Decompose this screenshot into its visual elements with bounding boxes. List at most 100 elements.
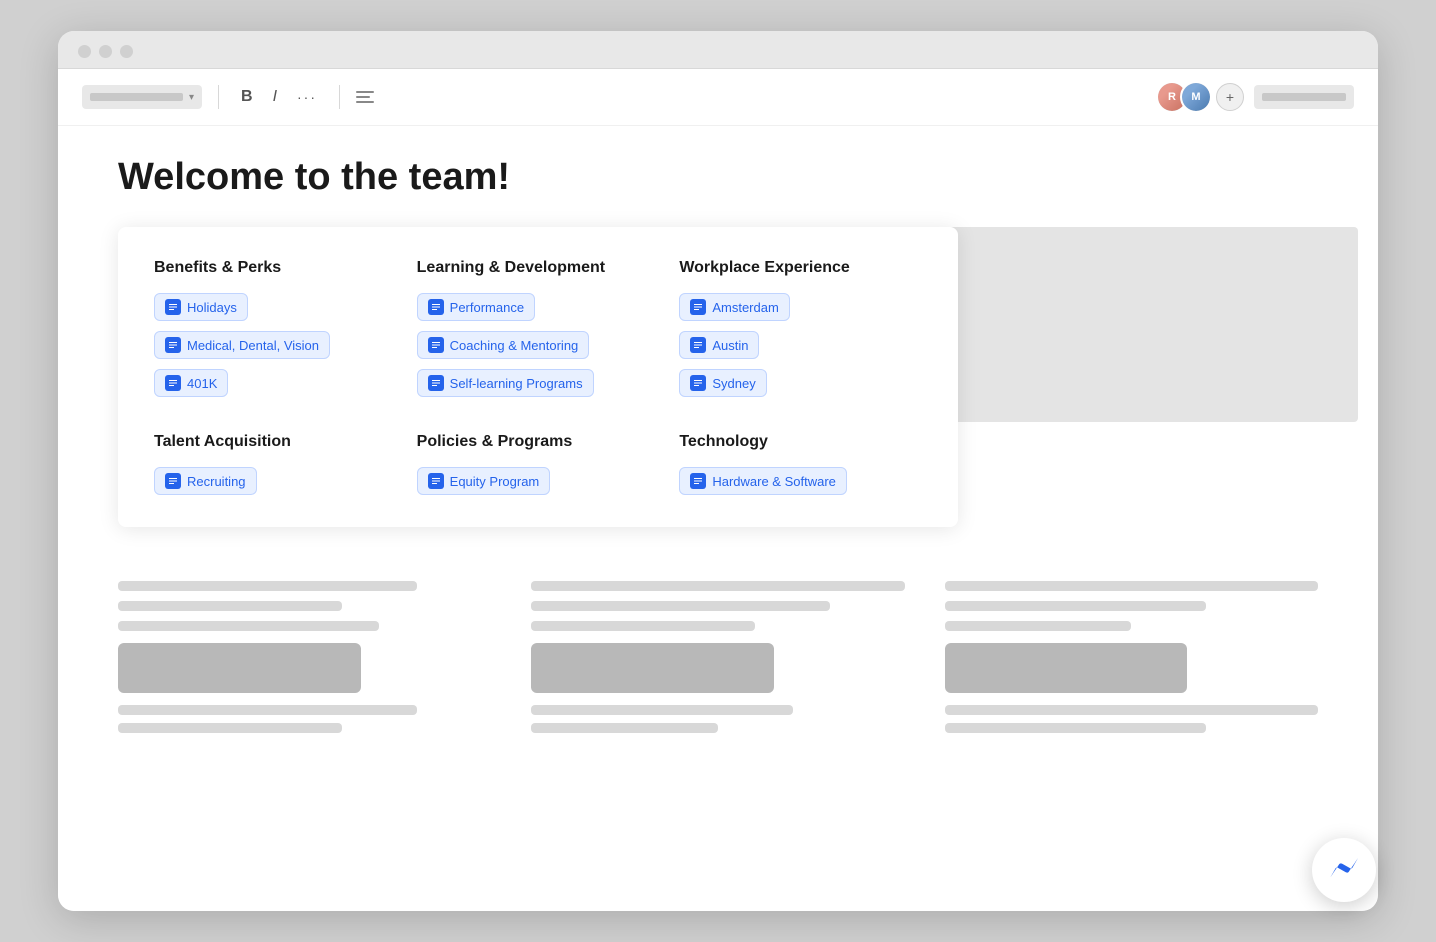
tag-401k[interactable]: 401K (154, 369, 228, 397)
traffic-light-3 (120, 45, 133, 58)
tag-401k-label: 401K (187, 376, 217, 391)
tag-recruiting-label: Recruiting (187, 474, 246, 489)
page-icon-equity (428, 473, 444, 489)
cards-panel: Benefits & Perks Holidays Medical, Dent (118, 227, 958, 527)
page-icon-coaching (428, 337, 444, 353)
confluence-fab[interactable] (1312, 838, 1376, 902)
placeholder-bar (531, 601, 830, 611)
category-policies-title: Policies & Programs (417, 433, 660, 451)
tag-performance[interactable]: Performance (417, 293, 535, 321)
bottom-col-3 (945, 581, 1318, 631)
placeholder-bar (531, 581, 904, 591)
browser-content: ▾ B I ··· R M (58, 69, 1378, 911)
tag-recruiting[interactable]: Recruiting (154, 467, 257, 495)
italic-button[interactable]: I (267, 86, 283, 108)
avatar-user-m: M (1180, 81, 1212, 113)
tag-equity[interactable]: Equity Program (417, 467, 551, 495)
toolbar-left: ▾ B I ··· (82, 85, 374, 109)
bold-button[interactable]: B (235, 86, 259, 108)
tag-medical-label: Medical, Dental, Vision (187, 338, 319, 353)
bottom-col-5 (531, 643, 904, 733)
category-workplace: Workplace Experience Amsterdam Austin (679, 259, 922, 397)
browser-titlebar (58, 31, 1378, 69)
tag-holidays[interactable]: Holidays (154, 293, 248, 321)
placeholder-bar (531, 621, 755, 631)
tag-hardware-label: Hardware & Software (712, 474, 836, 489)
category-learning-title: Learning & Development (417, 259, 660, 277)
format-dropdown[interactable]: ▾ (82, 85, 202, 109)
toolbar-divider-1 (218, 85, 219, 109)
content-area: Benefits & Perks Holidays Medical, Dent (118, 227, 1318, 527)
bottom-col-1 (118, 581, 491, 631)
tag-medical[interactable]: Medical, Dental, Vision (154, 331, 330, 359)
toolbar: ▾ B I ··· R M (58, 69, 1378, 126)
align-line-2 (356, 96, 370, 98)
bottom-content-area (58, 557, 1378, 753)
tag-sydney[interactable]: Sydney (679, 369, 766, 397)
page-icon-selflearning (428, 375, 444, 391)
placeholder-bar (118, 705, 417, 715)
page-content: Welcome to the team! Benefits & Perks Ho… (58, 126, 1378, 557)
page-icon-hardware (690, 473, 706, 489)
bottom-col-2 (531, 581, 904, 631)
tag-performance-label: Performance (450, 300, 524, 315)
traffic-light-1 (78, 45, 91, 58)
category-technology-title: Technology (679, 433, 922, 451)
category-learning: Learning & Development Performance Coac (417, 259, 660, 397)
page-icon-sydney (690, 375, 706, 391)
more-formatting-button[interactable]: ··· (291, 87, 323, 107)
placeholder-bar (945, 705, 1318, 715)
tag-coaching-label: Coaching & Mentoring (450, 338, 579, 353)
tag-equity-label: Equity Program (450, 474, 540, 489)
avatar-group: R M + (1156, 81, 1244, 113)
placeholder-bar (945, 581, 1318, 591)
share-bar (1262, 93, 1346, 101)
dark-placeholder-block (118, 643, 361, 693)
category-talent-title: Talent Acquisition (154, 433, 397, 451)
placeholder-bar (531, 723, 718, 733)
page-title: Welcome to the team! (118, 156, 1318, 199)
page-icon-medical (165, 337, 181, 353)
page-icon-401k (165, 375, 181, 391)
page-icon-recruiting (165, 473, 181, 489)
browser-window: ▾ B I ··· R M (58, 31, 1378, 911)
dropdown-bar (90, 93, 183, 101)
category-talent: Talent Acquisition Recruiting (154, 433, 397, 495)
align-line-3 (356, 101, 374, 103)
placeholder-bar (118, 723, 342, 733)
bottom-col-4 (118, 643, 491, 733)
toolbar-divider-2 (339, 85, 340, 109)
category-benefits: Benefits & Perks Holidays Medical, Dent (154, 259, 397, 397)
category-policies: Policies & Programs Equity Program (417, 433, 660, 495)
tag-amsterdam[interactable]: Amsterdam (679, 293, 789, 321)
tag-austin[interactable]: Austin (679, 331, 759, 359)
add-collaborator-button[interactable]: + (1216, 83, 1244, 111)
toolbar-right: R M + (1156, 81, 1354, 113)
avatar-face-m: M (1182, 83, 1210, 111)
dark-placeholder-block (531, 643, 774, 693)
tag-sydney-label: Sydney (712, 376, 755, 391)
tag-selflearning-label: Self-learning Programs (450, 376, 583, 391)
page-icon-holidays (165, 299, 181, 315)
share-button[interactable] (1254, 85, 1354, 109)
category-workplace-title: Workplace Experience (679, 259, 922, 277)
tag-hardware[interactable]: Hardware & Software (679, 467, 847, 495)
dark-placeholder-block (945, 643, 1188, 693)
page-icon-austin (690, 337, 706, 353)
page-icon-amsterdam (690, 299, 706, 315)
placeholder-bar (945, 723, 1206, 733)
tag-coaching[interactable]: Coaching & Mentoring (417, 331, 590, 359)
align-line-1 (356, 91, 374, 93)
align-button[interactable] (356, 91, 374, 103)
placeholder-bar (531, 705, 792, 715)
tag-amsterdam-label: Amsterdam (712, 300, 778, 315)
category-benefits-title: Benefits & Perks (154, 259, 397, 277)
traffic-light-2 (99, 45, 112, 58)
dropdown-arrow-icon: ▾ (189, 92, 194, 103)
confluence-logo-icon (1326, 852, 1362, 888)
tag-holidays-label: Holidays (187, 300, 237, 315)
tag-selflearning[interactable]: Self-learning Programs (417, 369, 594, 397)
placeholder-bar (118, 581, 417, 591)
placeholder-bar (118, 621, 379, 631)
bottom-col-6 (945, 643, 1318, 733)
